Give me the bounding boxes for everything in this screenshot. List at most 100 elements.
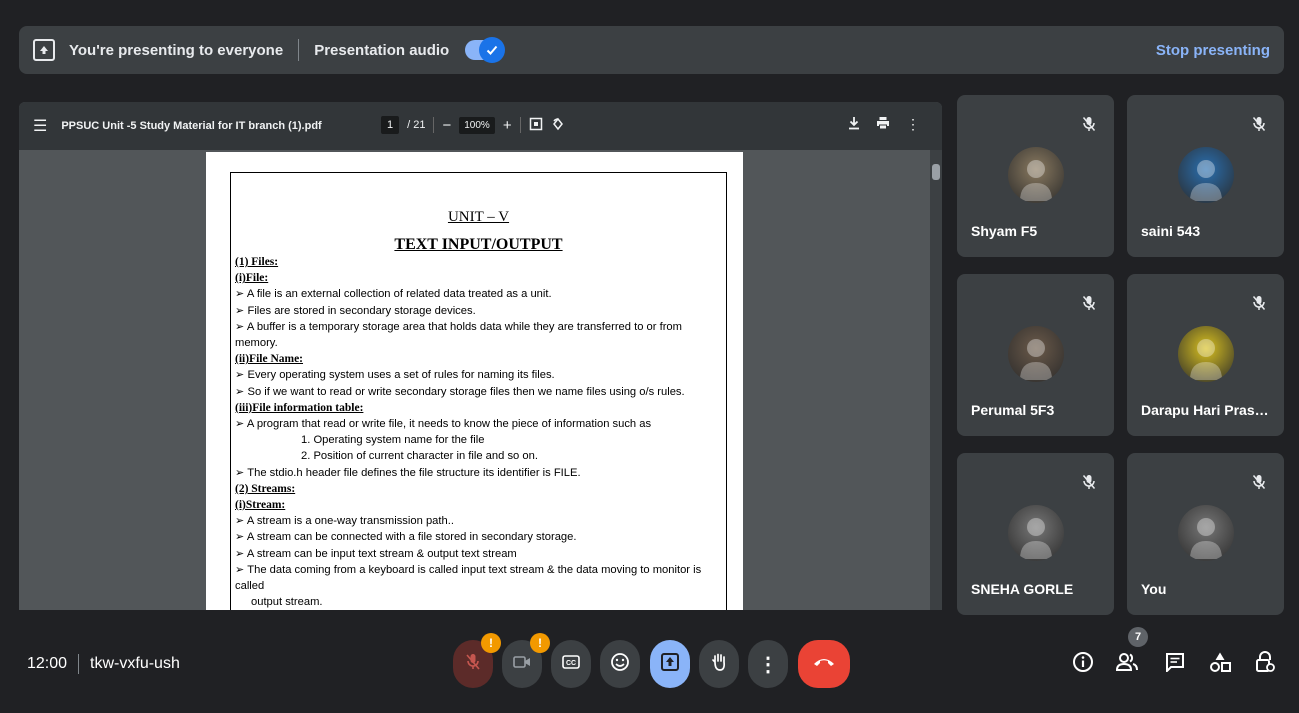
hamburger-menu-icon[interactable]: ☰	[33, 116, 47, 136]
meeting-time: 12:00	[27, 655, 68, 672]
host-controls-button[interactable]	[1253, 650, 1277, 678]
doc-line: A stream can be input text stream & outp…	[235, 546, 722, 562]
camera-off-icon	[513, 655, 531, 674]
presentation-audio-toggle[interactable]	[465, 37, 506, 63]
doc-heading: (2) Streams:	[235, 482, 296, 495]
scrollbar-thumb[interactable]	[932, 164, 940, 180]
participant-name: Darapu Hari Prasa...	[1141, 402, 1271, 418]
doc-line: A program that read or write file, it ne…	[235, 416, 722, 432]
people-button[interactable]	[1115, 651, 1139, 677]
mic-off-icon	[1076, 111, 1102, 137]
pdf-page-controls: 1 / 21 − 100% +	[381, 116, 565, 134]
meeting-code: tkw-vxfu-ush	[90, 655, 180, 672]
doc-heading: (iii)File information table:	[235, 401, 364, 414]
print-icon[interactable]	[876, 116, 890, 133]
download-icon[interactable]	[848, 116, 860, 133]
bw-photo-icon	[1177, 505, 1234, 561]
camera-toggle-button[interactable]: !	[502, 633, 550, 688]
captions-button[interactable]: CC	[551, 640, 591, 688]
doc-line: A buffer is a temporary storage area tha…	[235, 319, 722, 351]
more-vert-icon: ⋮	[758, 653, 778, 676]
present-screen-icon	[33, 39, 55, 61]
participant-name: SNEHA GORLE	[971, 581, 1074, 597]
doc-heading: (ii)File Name:	[235, 353, 304, 366]
unit-title: UNIT – V	[447, 209, 510, 225]
document-content: UNIT – V TEXT INPUT/OUTPUT (1) Files: (i)…	[230, 172, 727, 610]
presenting-text: You're presenting to everyone	[69, 41, 284, 59]
svg-text:CC: CC	[566, 660, 576, 667]
zoom-out-icon[interactable]: −	[442, 117, 451, 134]
participant-count-badge: 7	[1128, 627, 1148, 647]
participant-tile[interactable]: Shyam F5	[957, 95, 1114, 257]
activities-button[interactable]	[1208, 651, 1232, 677]
doc-line: Every operating system uses a set of rul…	[235, 367, 722, 383]
pdf-filename: PPSUC Unit -5 Study Material for IT bran…	[61, 120, 322, 132]
meeting-info: 12:00 tkw-vxfu-ush	[27, 654, 180, 674]
participant-tile[interactable]: You	[1127, 453, 1284, 615]
present-screen-icon	[660, 652, 680, 677]
participant-tile[interactable]: Perumal 5F3	[957, 274, 1114, 436]
doc-line: A stream is a one-way transmission path.…	[235, 513, 722, 529]
participant-tile[interactable]: Darapu Hari Prasa...	[1127, 274, 1284, 436]
pdf-scrollbar[interactable]	[930, 150, 942, 610]
pdf-actions: ⋮	[848, 116, 920, 133]
doc-line: 2. Position of current character in file…	[301, 450, 538, 463]
participant-tile[interactable]: saini 543	[1127, 95, 1284, 257]
info-icon	[1072, 651, 1094, 678]
banner-divider	[298, 39, 300, 61]
page-total: / 21	[407, 119, 426, 131]
lock-person-icon	[1255, 650, 1275, 678]
mic-off-icon	[465, 653, 481, 676]
chat-button[interactable]	[1163, 651, 1187, 677]
bw-photo-icon	[1007, 505, 1064, 561]
participant-name: Shyam F5	[971, 223, 1038, 239]
end-call-icon	[812, 655, 836, 673]
meeting-details-button[interactable]	[1071, 651, 1095, 677]
doc-line: The stdio.h header file defines the file…	[235, 465, 722, 481]
rotate-icon[interactable]	[551, 117, 565, 134]
emoji-icon	[610, 652, 630, 677]
doc-line: output stream.	[251, 596, 323, 609]
more-options-button[interactable]: ⋮	[748, 640, 788, 688]
doc-line: The data coming from a keyboard is calle…	[235, 562, 722, 594]
page-number-input[interactable]: 1	[381, 116, 400, 134]
zoom-in-icon[interactable]: +	[503, 117, 512, 134]
leave-call-button[interactable]	[798, 640, 850, 688]
divider	[78, 654, 80, 674]
fit-page-icon[interactable]	[529, 117, 543, 134]
doc-line: A file is an external collection of rela…	[235, 286, 722, 302]
doc-heading: (i)Stream:	[235, 499, 286, 512]
person-photo-icon	[1007, 147, 1064, 203]
abstract-art-icon	[1177, 147, 1234, 203]
present-now-button[interactable]	[650, 640, 690, 688]
more-vert-icon[interactable]: ⋮	[906, 116, 920, 133]
participant-name: Perumal 5F3	[971, 402, 1055, 418]
presenting-banner: You're presenting to everyone Presentati…	[19, 26, 1284, 74]
participant-tile[interactable]: SNEHA GORLE	[957, 453, 1114, 615]
mic-off-icon	[1076, 290, 1102, 316]
meet-window: You're presenting to everyone Presentati…	[0, 0, 1299, 713]
raise-hand-button[interactable]	[699, 640, 739, 688]
closed-captions-icon: CC	[562, 654, 580, 674]
camera-warning-badge: !	[530, 633, 550, 653]
doc-line: So if we want to read or write secondary…	[235, 384, 722, 400]
participant-name: You	[1141, 581, 1167, 597]
reactions-button[interactable]	[600, 640, 640, 688]
doc-title: TEXT INPUT/OUTPUT	[394, 236, 563, 253]
mic-toggle-button[interactable]: !	[453, 633, 501, 688]
check-icon	[479, 37, 506, 63]
person-yellow-shirt-icon	[1177, 326, 1234, 382]
zoom-level-input[interactable]: 100%	[459, 116, 495, 134]
stop-presenting-button[interactable]: Stop presenting	[1156, 42, 1270, 59]
divider	[519, 117, 521, 133]
mic-off-icon	[1246, 111, 1272, 137]
doc-line: A stream can be connected with a file st…	[235, 529, 722, 545]
mic-off-icon	[1246, 469, 1272, 495]
participant-name: saini 543	[1141, 223, 1201, 239]
doc-heading: (i)File:	[235, 272, 269, 285]
chat-icon	[1165, 652, 1185, 677]
activities-shapes-icon	[1209, 651, 1231, 678]
pdf-viewer: ☰ PPSUC Unit -5 Study Material for IT br…	[19, 102, 942, 610]
mic-off-icon	[1246, 290, 1272, 316]
doc-line: 1. Operating system name for the file	[301, 434, 485, 447]
